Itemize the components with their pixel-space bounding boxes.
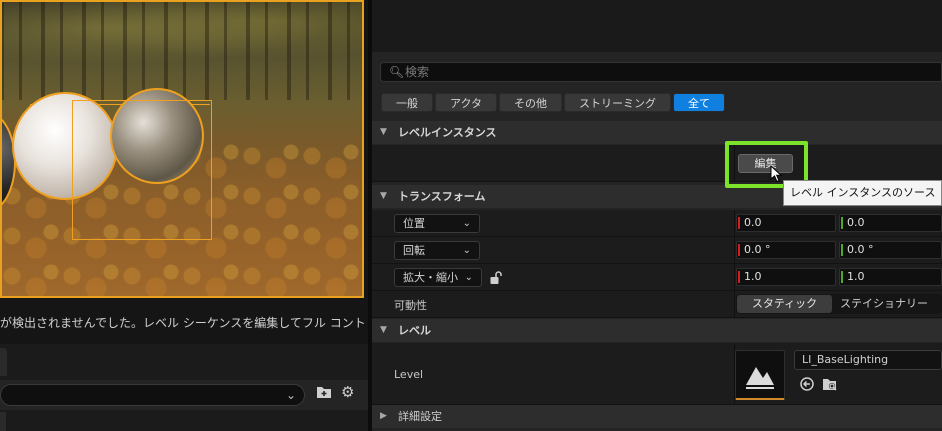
chevron-down-icon: ⌄ — [464, 272, 473, 283]
y-axis-marker — [841, 217, 843, 229]
unlock-icon[interactable] — [490, 271, 502, 285]
rotation-label: 回転 — [403, 244, 425, 257]
x-axis-marker — [738, 244, 740, 256]
section-title: トランスフォーム — [398, 190, 486, 203]
column-divider — [734, 264, 735, 290]
scale-y-value: 1.0 — [847, 270, 865, 283]
level-instance-row — [372, 145, 942, 182]
collapse-arrow-icon: ▼ — [380, 127, 387, 137]
section-advanced-header[interactable]: ▶ 詳細設定 — [372, 405, 942, 428]
panel-tab[interactable] — [0, 348, 7, 376]
location-label: 位置 — [403, 217, 425, 230]
details-panel: 🔍︎ 一般 アクタ その他 ストリーミング 全て ▼ レベルインスタンス ▼ ト… — [372, 0, 942, 431]
details-header-area — [372, 0, 942, 52]
location-x-value: 0.0 — [744, 216, 762, 229]
y-axis-marker — [841, 271, 843, 283]
details-search-box[interactable]: 🔍︎ — [380, 62, 942, 82]
mobility-segmented-control: スタティック ステイショナリー — [736, 294, 942, 314]
folder-add-icon[interactable] — [316, 385, 332, 399]
y-axis-marker — [841, 244, 843, 256]
scale-label: 拡大・縮小 — [403, 271, 458, 284]
level-property-label: Level — [394, 368, 424, 381]
mobility-stationary-button[interactable]: ステイショナリー — [834, 295, 942, 313]
level-asset-name: LI_BaseLighting — [802, 353, 889, 366]
location-y-value: 0.0 — [847, 216, 865, 229]
level-asset-icon — [746, 367, 774, 389]
x-axis-marker — [738, 271, 740, 283]
filter-tab-misc[interactable]: その他 — [499, 93, 563, 112]
scale-y-field[interactable]: 1.0 — [839, 268, 942, 286]
mobility-label: 可動性 — [394, 299, 427, 312]
scale-mode-dropdown[interactable]: 拡大・縮小 ⌄ — [394, 268, 482, 287]
selection-bounding-box — [72, 100, 212, 240]
location-x-field[interactable]: 0.0 — [736, 214, 836, 232]
x-axis-marker — [738, 217, 740, 229]
level-viewport[interactable] — [0, 0, 364, 298]
rotation-y-value: 0.0 ° — [847, 243, 874, 256]
edit-button-tooltip: レベル インスタンスのソース — [783, 180, 942, 206]
level-asset-thumbnail[interactable] — [735, 350, 785, 400]
section-level-instance-header[interactable]: ▼ レベルインスタンス — [372, 121, 942, 144]
level-asset-picker[interactable]: LI_BaseLighting — [794, 350, 942, 370]
mobility-static-button[interactable]: スタティック — [737, 295, 832, 313]
chevron-down-icon: ⌄ — [462, 218, 471, 229]
filter-tab-actor[interactable]: アクタ — [435, 93, 498, 112]
outliner-filter-dropdown[interactable]: ⌄ — [0, 384, 305, 406]
section-title: 詳細設定 — [398, 410, 442, 423]
location-y-field[interactable]: 0.0 — [839, 214, 942, 232]
outliner-panel: ⌄ ⚙ — [0, 344, 368, 431]
expand-arrow-icon: ▶ — [380, 411, 387, 421]
filter-tab-all[interactable]: 全て — [673, 93, 726, 112]
location-mode-dropdown[interactable]: 位置 ⌄ — [394, 214, 480, 233]
search-icon: 🔍︎ — [389, 65, 405, 79]
viewport-status-message: が検出されませんでした。レベル シーケンスを編集してフル コント — [0, 316, 364, 330]
viewport-scene-trees — [0, 0, 364, 100]
column-divider — [734, 291, 735, 317]
gear-icon[interactable]: ⚙ — [341, 384, 357, 400]
column-divider — [734, 237, 735, 263]
rotation-y-field[interactable]: 0.0 ° — [839, 241, 942, 259]
section-title: レベル — [398, 324, 431, 337]
filter-tab-general[interactable]: 一般 — [381, 93, 433, 112]
section-level-header[interactable]: ▼ レベル — [372, 319, 942, 342]
collapse-arrow-icon: ▼ — [380, 191, 387, 201]
edit-level-instance-button[interactable]: 編集 — [738, 154, 793, 173]
column-divider — [734, 210, 735, 236]
chevron-down-icon: ⌄ — [285, 388, 296, 402]
use-selected-asset-icon[interactable] — [800, 377, 814, 391]
rotation-x-field[interactable]: 0.0 ° — [736, 241, 836, 259]
rotation-mode-dropdown[interactable]: 回転 ⌄ — [394, 241, 480, 260]
scale-x-value: 1.0 — [744, 270, 762, 283]
mouse-cursor-icon — [770, 165, 783, 183]
rotation-x-value: 0.0 ° — [744, 243, 771, 256]
details-search-input[interactable] — [405, 64, 905, 80]
browse-asset-icon[interactable] — [822, 376, 838, 392]
chevron-down-icon: ⌄ — [462, 245, 471, 256]
collapse-arrow-icon: ▼ — [380, 325, 387, 335]
scale-x-field[interactable]: 1.0 — [736, 268, 836, 286]
panel-edge — [0, 412, 6, 431]
filter-tab-streaming[interactable]: ストリーミング — [564, 93, 672, 112]
details-filter-tabs: 一般 アクタ その他 ストリーミング 全て — [381, 93, 726, 113]
section-title: レベルインスタンス — [398, 126, 497, 139]
